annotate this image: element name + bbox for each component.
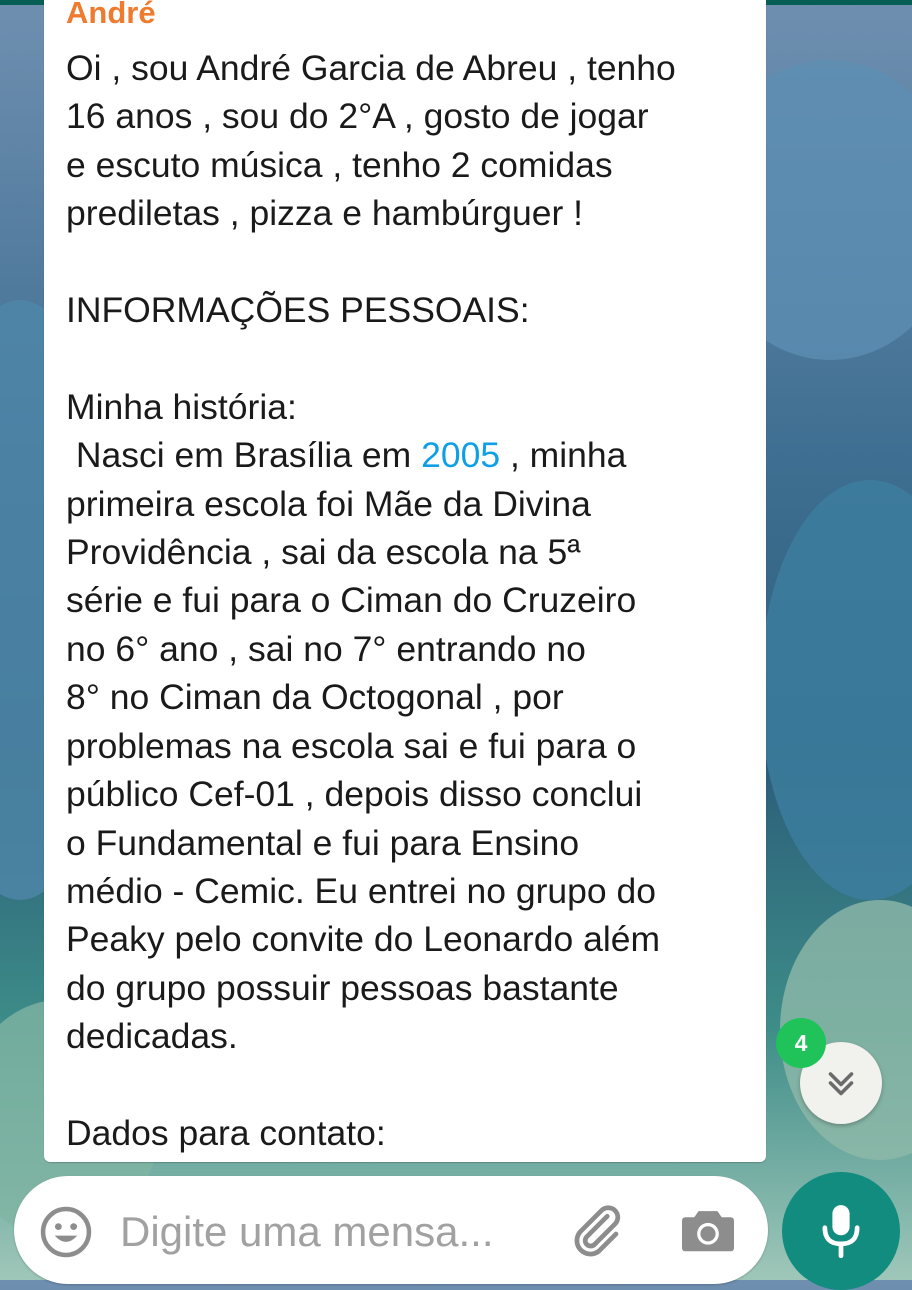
message-link-2005[interactable]: 2005	[421, 435, 500, 475]
microphone-icon	[822, 1205, 860, 1259]
double-chevron-down-icon	[828, 1072, 854, 1096]
message-input[interactable]	[120, 1202, 540, 1262]
paperclip-icon	[574, 1205, 621, 1257]
message-text-part-1: Oi , sou André Garcia de Abreu , tenho 1…	[66, 48, 676, 476]
unread-count-badge: 4	[776, 1018, 826, 1068]
camera-button[interactable]	[678, 1202, 738, 1258]
sender-name[interactable]: André	[66, 0, 156, 32]
message-text-part-2: , minha primeira escola foi Mãe da Divin…	[66, 435, 661, 1153]
attach-button[interactable]	[566, 1198, 626, 1262]
message-bubble[interactable]: André Oi , sou André Garcia de Abreu , t…	[44, 0, 766, 1162]
message-text: Oi , sou André Garcia de Abreu , tenho 1…	[66, 44, 756, 1157]
emoji-icon	[40, 1206, 92, 1258]
emoji-button[interactable]	[38, 1204, 94, 1260]
voice-message-button[interactable]	[782, 1172, 900, 1290]
camera-icon	[682, 1211, 734, 1252]
message-composer	[14, 1176, 768, 1284]
